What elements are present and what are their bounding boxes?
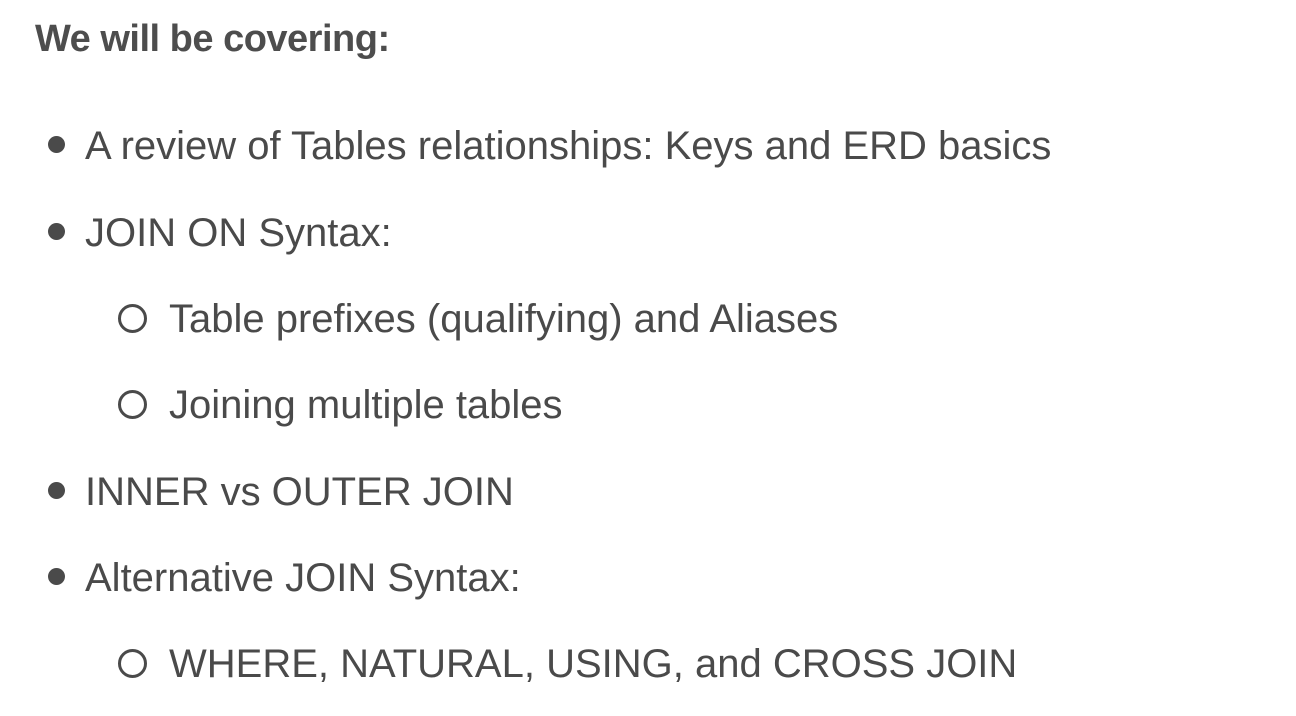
sub-bullet-item-3: WHERE, NATURAL, USING, and CROSS JOIN [118, 640, 1017, 688]
bullet-item-2: JOIN ON Syntax: [48, 209, 392, 257]
bullet-dot-icon [48, 567, 65, 585]
bullet-item-label: Alternative JOIN Syntax: [85, 556, 521, 600]
sub-bullet-item-2: Joining multiple tables [118, 381, 563, 429]
bullet-item-label: WHERE, NATURAL, USING, and CROSS JOIN [169, 642, 1018, 686]
slide-heading: We will be covering: [35, 18, 390, 60]
bullet-circle-icon [118, 389, 147, 419]
bullet-item-3: INNER vs OUTER JOIN [48, 468, 514, 516]
bullet-item-label: Joining multiple tables [169, 383, 563, 427]
bullet-circle-icon [118, 648, 147, 678]
bullet-item-label: JOIN ON Syntax: [85, 211, 392, 255]
slide: We will be covering: A review of Tables … [0, 0, 1296, 716]
bullet-circle-icon [118, 303, 147, 333]
bullet-item-1: A review of Tables relationships: Keys a… [48, 122, 1051, 170]
bullet-item-4: Alternative JOIN Syntax: [48, 554, 521, 602]
bullet-item-label: A review of Tables relationships: Keys a… [85, 124, 1052, 168]
bullet-dot-icon [48, 135, 65, 153]
bullet-dot-icon [48, 481, 65, 499]
bullet-item-label: INNER vs OUTER JOIN [85, 470, 514, 514]
sub-bullet-item-1: Table prefixes (qualifying) and Aliases [118, 295, 838, 343]
bullet-dot-icon [48, 222, 65, 240]
bullet-item-label: Table prefixes (qualifying) and Aliases [169, 297, 839, 341]
